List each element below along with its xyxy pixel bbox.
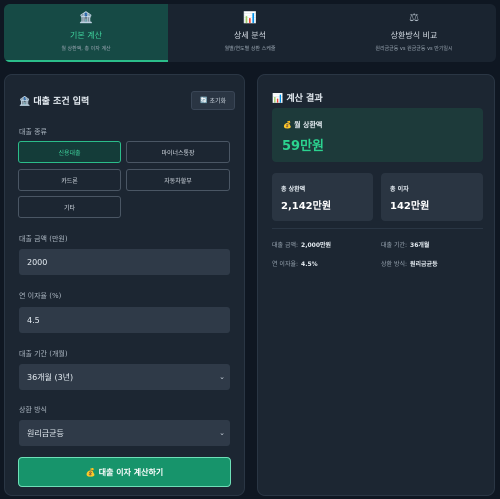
bank-icon: 🏦 bbox=[19, 97, 31, 107]
loan-type-option-minus-account[interactable]: 마이너스통장 bbox=[126, 141, 230, 163]
chevron-down-icon: ⌄ bbox=[219, 429, 225, 437]
total-interest-label: 총 이자 bbox=[390, 186, 409, 193]
tab-detail-analysis[interactable]: 📊 상세 분석 월별/연도별 상환 스케줄 bbox=[168, 4, 332, 62]
loan-type-label: 대출 종류 bbox=[19, 128, 47, 136]
bar-chart-icon: 📊 bbox=[272, 94, 284, 104]
total-repayment-label: 총 상환액 bbox=[281, 186, 306, 193]
detail-amount-value: 2,000만원 bbox=[301, 242, 332, 249]
loan-type-option-car-installment[interactable]: 자동차할부 bbox=[126, 169, 230, 191]
detail-amount: 대출 금액: 2,000만원 bbox=[272, 240, 331, 249]
tab-method-compare[interactable]: ⚖ 상환방식 비교 원리금균등 vs 원금균등 vs 만기일시 bbox=[332, 4, 496, 62]
scale-icon: ⚖ bbox=[409, 11, 419, 24]
chevron-down-icon: ⌄ bbox=[219, 373, 225, 381]
tab-basic-calc[interactable]: 🏦 기본 계산 월 상환액, 총 이자 계산 bbox=[4, 4, 168, 62]
detail-rate-label: 연 이자율: bbox=[272, 261, 299, 268]
tab-title: 상환방식 비교 bbox=[390, 31, 438, 40]
bar-chart-icon: 📊 bbox=[243, 11, 257, 24]
detail-rate-value: 4.5% bbox=[301, 261, 318, 268]
total-interest-value: 142만원 bbox=[390, 201, 430, 212]
detail-method: 상환 방식: 원리금균등 bbox=[381, 259, 438, 268]
result-panel-title-text: 계산 결과 bbox=[286, 94, 323, 104]
result-panel-title: 📊 계산 결과 bbox=[272, 91, 323, 104]
detail-period-value: 36개월 bbox=[410, 242, 430, 249]
loan-type-option-card-loan[interactable]: 카드론 bbox=[18, 169, 121, 191]
total-repayment-value: 2,142만원 bbox=[281, 201, 332, 212]
detail-period: 대출 기간: 36개월 bbox=[381, 240, 429, 249]
reset-button[interactable]: 🔄 초기화 bbox=[191, 91, 235, 110]
method-select[interactable]: 원리금균등 ⌄ bbox=[19, 420, 230, 446]
input-panel-title-text: 대출 조건 입력 bbox=[33, 97, 90, 107]
amount-label: 대출 금액 (만원) bbox=[19, 235, 68, 243]
divider bbox=[272, 228, 483, 229]
detail-rate: 연 이자율: 4.5% bbox=[272, 259, 318, 268]
refresh-icon: 🔄 bbox=[199, 97, 208, 104]
detail-method-value: 원리금균등 bbox=[410, 261, 438, 268]
detail-amount-label: 대출 금액: bbox=[272, 242, 299, 249]
tab-title: 상세 분석 bbox=[234, 31, 266, 40]
calculate-button-label: 대출 이자 계산하기 bbox=[98, 467, 164, 477]
rate-label: 연 이자율 (%) bbox=[19, 292, 62, 300]
tab-subtitle: 원리금균등 vs 원금균등 vs 만기일시 bbox=[375, 46, 453, 52]
tab-subtitle: 월별/연도별 상환 스케줄 bbox=[224, 46, 276, 52]
detail-method-label: 상환 방식: bbox=[381, 261, 408, 268]
tab-subtitle: 월 상환액, 총 이자 계산 bbox=[61, 46, 111, 52]
period-select-value: 36개월 (3년) bbox=[27, 372, 74, 382]
method-select-value: 원리금균등 bbox=[27, 428, 64, 438]
calculate-button[interactable]: 💰 대출 이자 계산하기 bbox=[18, 457, 231, 487]
loan-input-panel: 🏦 대출 조건 입력 🔄 초기화 대출 종류 신용대출 마이너스통장 카드론 자… bbox=[4, 74, 245, 496]
period-label: 대출 기간 (개월) bbox=[19, 350, 68, 358]
reset-button-label: 초기화 bbox=[209, 98, 227, 105]
rate-input[interactable]: 4.5 bbox=[19, 307, 230, 333]
total-interest-card: 총 이자 142만원 bbox=[381, 173, 483, 221]
bank-icon: 🏦 bbox=[79, 11, 93, 24]
loan-type-option-other[interactable]: 기타 bbox=[18, 196, 121, 218]
loan-type-option-credit[interactable]: 신용대출 bbox=[18, 141, 121, 163]
input-panel-title: 🏦 대출 조건 입력 bbox=[19, 94, 89, 107]
monthly-payment-label-text: 월 상환액 bbox=[294, 121, 323, 129]
amount-input[interactable]: 2000 bbox=[19, 249, 230, 275]
monthly-payment-card: 💰 월 상환액 59만원 bbox=[272, 108, 483, 162]
period-select[interactable]: 36개월 (3년) ⌄ bbox=[19, 364, 230, 390]
money-bag-icon: 💰 bbox=[85, 467, 96, 477]
detail-period-label: 대출 기간: bbox=[381, 242, 408, 249]
monthly-payment-label: 💰 월 상환액 bbox=[283, 120, 322, 130]
monthly-payment-value: 59만원 bbox=[282, 139, 325, 154]
tab-bar: 🏦 기본 계산 월 상환액, 총 이자 계산 📊 상세 분석 월별/연도별 상환… bbox=[4, 4, 496, 62]
result-panel: 📊 계산 결과 💰 월 상환액 59만원 총 상환액 2,142만원 총 이자 … bbox=[257, 74, 495, 496]
money-bag-icon: 💰 bbox=[283, 121, 292, 129]
tab-title: 기본 계산 bbox=[70, 31, 102, 40]
method-label: 상환 방식 bbox=[19, 406, 47, 414]
total-repayment-card: 총 상환액 2,142만원 bbox=[272, 173, 373, 221]
